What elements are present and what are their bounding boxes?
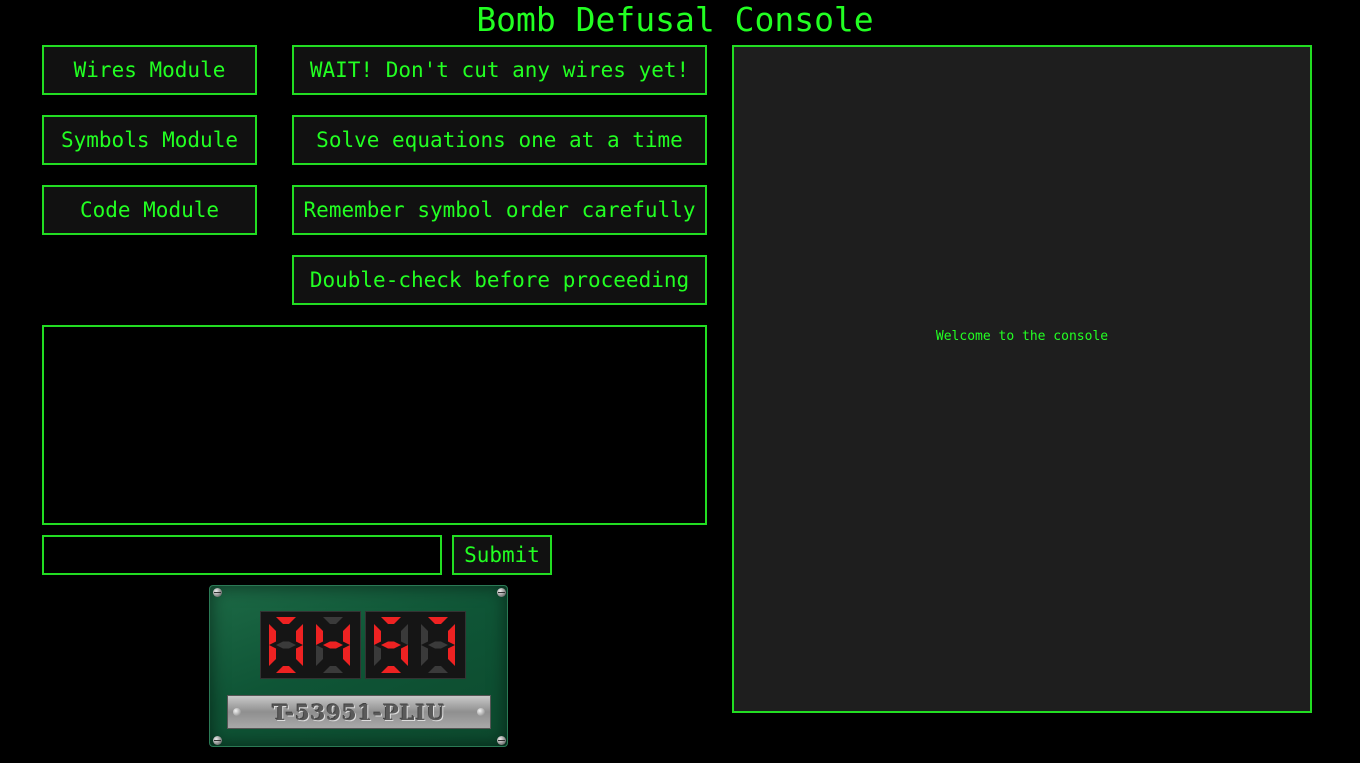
serial-number: T-53951-PLIU (272, 699, 446, 725)
screw-icon (213, 736, 222, 745)
wires-module-button[interactable]: Wires Module (42, 45, 257, 95)
submit-button[interactable]: Submit (452, 535, 552, 575)
timer-digit-2-segment-b (401, 624, 408, 645)
timer-digit-0-segment-c (296, 645, 303, 666)
command-input[interactable] (42, 535, 442, 575)
timer-digit-1-segment-a (323, 617, 343, 624)
timer-digit-1-segment-b (343, 624, 350, 645)
hint-button-double-check[interactable]: Double-check before proceeding (292, 255, 707, 305)
bomb-timer-device: T-53951-PLIU (209, 585, 508, 747)
timer-digit-3-segment-c (448, 645, 455, 666)
timer-digit-0-segment-b (296, 624, 303, 645)
screw-icon (497, 736, 506, 745)
timer-digit-0-segment-d (276, 666, 296, 673)
timer-digit-3-segment-g (428, 641, 448, 649)
screw-icon (477, 708, 485, 716)
timer-digit-2-segment-f (374, 624, 381, 645)
output-display (42, 325, 707, 525)
timer-digit-0-segment-g (276, 641, 296, 649)
console-panel: Welcome to the console (732, 45, 1312, 713)
hint-button-symbol-order[interactable]: Remember symbol order carefully (292, 185, 707, 235)
timer-minutes-svg (269, 617, 350, 673)
serial-plate: T-53951-PLIU (227, 695, 491, 729)
timer-digit-3-segment-d (428, 666, 448, 673)
timer-seconds-svg (374, 617, 455, 673)
timer-digit-0-segment-f (269, 624, 276, 645)
timer-digit-2-segment-d (381, 666, 401, 673)
timer-digit-3-segment-e (421, 645, 428, 666)
timer-digit-1-segment-f (316, 624, 323, 645)
timer-minutes-display (260, 611, 361, 679)
timer-digit-3-segment-b (448, 624, 455, 645)
timer-digit-1-segment-d (323, 666, 343, 673)
screw-icon (233, 708, 241, 716)
screw-icon (213, 588, 222, 597)
hint-button-wait[interactable]: WAIT! Don't cut any wires yet! (292, 45, 707, 95)
symbols-module-button[interactable]: Symbols Module (42, 115, 257, 165)
timer-digit-1-segment-g (323, 641, 343, 649)
screw-icon (497, 588, 506, 597)
timer-digit-2-segment-e (374, 645, 381, 666)
timer-digit-2-segment-g (381, 641, 401, 649)
timer-digit-3-segment-a (428, 617, 448, 624)
timer-digit-2-segment-a (381, 617, 401, 624)
timer-digit-2-segment-c (401, 645, 408, 666)
timer-seconds-display (365, 611, 466, 679)
hint-button-equations[interactable]: Solve equations one at a time (292, 115, 707, 165)
page-title: Bomb Defusal Console (476, 0, 874, 39)
timer-digit-1-segment-c (343, 645, 350, 666)
timer-digit-0-segment-a (276, 617, 296, 624)
code-module-button[interactable]: Code Module (42, 185, 257, 235)
console-message: Welcome to the console (935, 329, 1109, 344)
timer-digit-0-segment-e (269, 645, 276, 666)
timer-digit-1-segment-e (316, 645, 323, 666)
timer-digit-3-segment-f (421, 624, 428, 645)
